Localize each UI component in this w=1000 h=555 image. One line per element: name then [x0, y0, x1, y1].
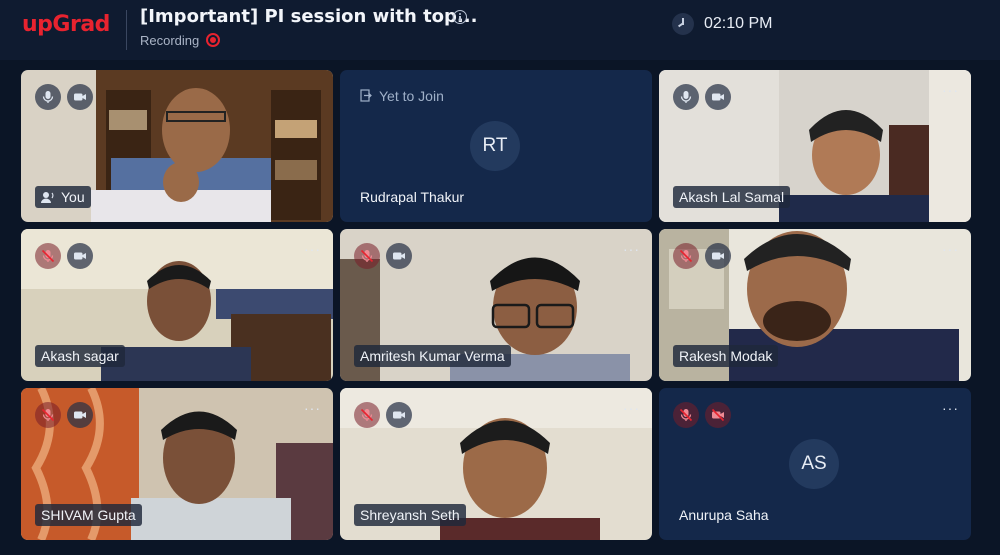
participant-name: Akash Lal Samal — [673, 186, 791, 208]
enter-icon — [360, 89, 372, 102]
participant-tile-amritesh[interactable]: ··· Amritesh Kumar Verma — [340, 229, 652, 381]
participant-tile-rakesh[interactable]: ··· Rakesh Modak — [659, 229, 971, 381]
upgrad-logo: upGrad — [22, 12, 110, 37]
participant-name: Akash sagar — [35, 345, 125, 367]
mic-muted-button[interactable] — [673, 402, 699, 428]
user-speaking-icon — [41, 192, 54, 203]
participant-name: Anurupa Saha — [679, 507, 769, 523]
mic-muted-button[interactable] — [354, 243, 380, 269]
participant-name: Amritesh Kumar Verma — [354, 345, 511, 367]
camera-button[interactable] — [705, 243, 731, 269]
more-options-icon[interactable]: ··· — [304, 241, 321, 257]
avatar: AS — [789, 439, 839, 489]
participant-name: SHIVAM Gupta — [35, 504, 142, 526]
top-bar: upGrad [Important] PI session with top..… — [0, 0, 1000, 60]
participant-tile-shivam[interactable]: ··· SHIVAM Gupta — [21, 388, 333, 540]
participant-tile-akash-lal-samal[interactable]: ··· Akash Lal Samal — [659, 70, 971, 222]
recording-indicator-icon — [206, 33, 220, 47]
avatar: RT — [470, 121, 520, 171]
mic-muted-button[interactable] — [35, 402, 61, 428]
more-options-icon[interactable]: ··· — [623, 241, 640, 257]
current-time: 02:10 PM — [704, 15, 773, 32]
camera-off-button[interactable] — [705, 402, 731, 428]
mic-muted-button[interactable] — [35, 243, 61, 269]
mic-button[interactable] — [673, 84, 699, 110]
more-options-icon[interactable]: ··· — [942, 400, 959, 416]
participant-tile-akash-sagar[interactable]: ··· Akash sagar — [21, 229, 333, 381]
participant-name: Rakesh Modak — [673, 345, 779, 367]
participant-tile-anurupa[interactable]: ··· AS Anurupa Saha — [659, 388, 971, 540]
recording-label: Recording — [140, 33, 200, 48]
session-title: [Important] PI session with top... — [140, 6, 478, 27]
join-status: Yet to Join — [360, 88, 444, 104]
mic-button[interactable] — [35, 84, 61, 110]
camera-button[interactable] — [67, 243, 93, 269]
mic-muted-button[interactable] — [354, 402, 380, 428]
header-divider — [126, 10, 127, 50]
mic-muted-button[interactable] — [673, 243, 699, 269]
participant-name: Shreyansh Seth — [354, 504, 466, 526]
info-icon[interactable] — [453, 10, 467, 24]
participant-name: You — [35, 186, 91, 208]
more-options-icon[interactable]: ··· — [942, 82, 959, 98]
camera-button[interactable] — [67, 402, 93, 428]
participant-tile-you[interactable]: You — [21, 70, 333, 222]
camera-button[interactable] — [386, 243, 412, 269]
camera-button[interactable] — [386, 402, 412, 428]
more-options-icon[interactable]: ··· — [623, 400, 640, 416]
more-options-icon[interactable]: ··· — [942, 241, 959, 257]
more-options-icon[interactable]: ··· — [304, 400, 321, 416]
participant-name: Rudrapal Thakur — [360, 189, 465, 205]
participant-tile-shreyansh[interactable]: ··· Shreyansh Seth — [340, 388, 652, 540]
participant-tile-rudrapal[interactable]: Yet to Join RT Rudrapal Thakur — [340, 70, 652, 222]
camera-button[interactable] — [705, 84, 731, 110]
clock-icon — [672, 13, 694, 35]
camera-button[interactable] — [67, 84, 93, 110]
